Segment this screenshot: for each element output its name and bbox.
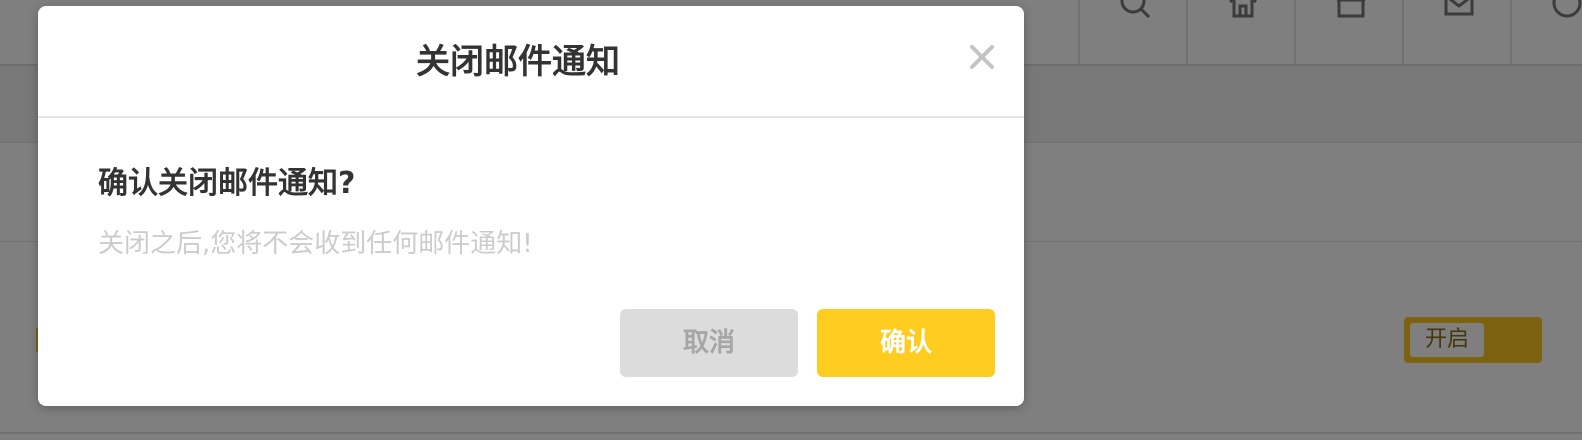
close-icon bbox=[970, 45, 994, 69]
confirm-button[interactable]: 确认 bbox=[817, 309, 995, 377]
confirm-dialog: 关闭邮件通知 确认关闭邮件通知? 关闭之后,您将不会收到任何邮件通知! 取消 确… bbox=[38, 6, 1024, 406]
confirm-heading: 确认关闭邮件通知? bbox=[98, 166, 356, 201]
cancel-button[interactable]: 取消 bbox=[620, 309, 798, 377]
confirm-description: 关闭之后,您将不会收到任何邮件通知! bbox=[98, 229, 533, 259]
dialog-title: 关闭邮件通知 bbox=[416, 42, 620, 82]
dialog-header: 关闭邮件通知 bbox=[38, 6, 1024, 118]
close-button[interactable] bbox=[968, 43, 996, 71]
